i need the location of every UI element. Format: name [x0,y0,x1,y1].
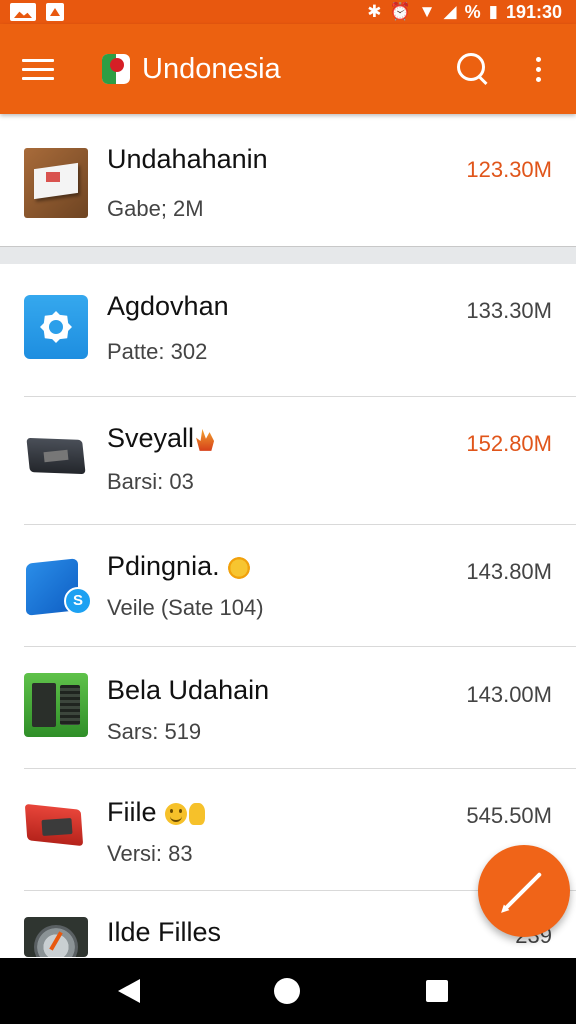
item-name: Pdingnia. [107,551,250,582]
menu-icon[interactable] [22,49,62,89]
green-machine-icon [24,673,88,737]
signal-icon: ◢ [443,2,457,21]
home-icon[interactable] [274,978,300,1004]
item-name-text: Pdingnia. [107,551,220,581]
red-device-icon [24,797,88,861]
edit-pencil-icon [503,871,543,911]
sun-emoji-icon [227,556,250,579]
app-logo [102,54,130,84]
status-time: 191:30 [505,1,562,22]
compass-icon [24,917,88,957]
item-subtitle: Sars: 519 [107,719,202,744]
item-subtitle: Patte: 302 [107,339,208,364]
gear-app-icon [24,295,88,359]
item-name-text: Sveyall [107,423,195,453]
item-size: 143.00M [466,682,552,707]
alarm-icon: ⏰ [389,2,411,21]
item-subtitle: Barsi: 03 [107,469,194,494]
item-name: Sveyall [107,423,215,454]
battery-icon: ▮ [488,2,498,21]
recent-apps-icon[interactable] [426,980,448,1002]
list-item[interactable]: Pdingnia. Veile (Sate 104) 143.80M [0,525,576,647]
device-icon [24,425,88,489]
list-item[interactable]: Bela Udahain Sars: 519 143.00M [0,647,576,769]
fire-emoji-icon [196,428,215,451]
list-item[interactable]: Agdovhan Patte: 302 133.30M [0,265,576,397]
bluetooth-icon: ✱ [367,2,382,21]
app-bar: Undonesia [0,24,576,114]
package-box-icon [24,148,88,218]
search-icon[interactable] [448,45,496,93]
list-item[interactable]: Undahahanin Gabe; 2M 123.30M [0,114,576,246]
status-bar: ✱ ⏰ ▼ ◢ % ▮ 191:30 [0,0,576,24]
skype-box-icon [24,555,92,619]
app-title: Undonesia [142,52,281,85]
item-size: 123.30M [466,157,552,182]
item-subtitle: Gabe; 2M [107,196,204,221]
list-item[interactable]: Sveyall Barsi: 03 152.80M [0,397,576,525]
wifi-icon: ▼ [418,2,436,21]
more-vert-icon[interactable] [526,49,550,89]
image-notification-icon [10,3,36,21]
smile-emoji-icon [164,802,187,825]
edit-fab-button[interactable] [478,845,570,937]
item-name: Fiile [107,797,205,828]
item-size: 152.80M [466,431,552,456]
battery-percent: % [464,1,481,22]
item-size: 545.50M [466,803,552,828]
section-divider [0,246,576,264]
item-subtitle: Veile (Sate 104) [107,595,264,620]
navigation-bar [0,958,576,1024]
item-name: Undahahanin [107,144,268,174]
item-size: 143.80M [466,559,552,584]
item-name: Bela Udahain [107,675,270,705]
item-name: Agdovhan [107,291,229,321]
hand-emoji-icon [188,802,205,825]
item-subtitle: Versi: 83 [107,841,193,866]
item-name: Ilde Filles [107,917,222,947]
alert-notification-icon [46,3,64,21]
item-name-text: Fiile [107,797,157,827]
back-icon[interactable] [118,979,140,1003]
item-size: 133.30M [466,298,552,323]
